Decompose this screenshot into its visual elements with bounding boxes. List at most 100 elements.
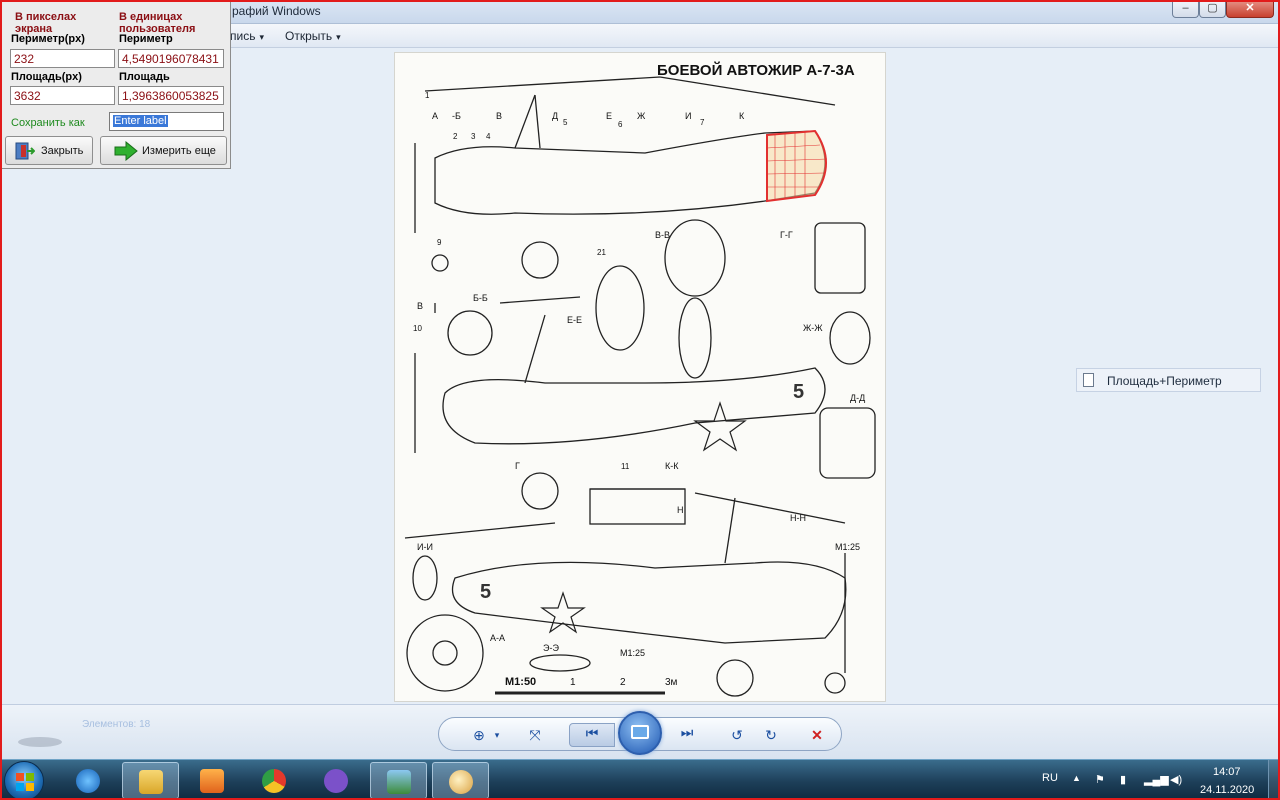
bottom-rotor — [694, 492, 846, 524]
maximize-button[interactable]: ▢ — [1199, 0, 1226, 18]
show-hidden-icons-icon[interactable]: ▲ — [1072, 773, 1081, 783]
chevron-down-icon[interactable]: ▾ — [485, 726, 509, 744]
bottom-number: 5 — [480, 581, 491, 603]
section-letter: Е-Е — [567, 315, 582, 325]
perimeter-user-field[interactable]: 4,5490196078431 — [118, 49, 224, 68]
section-letter: Е — [606, 111, 612, 121]
taskbar-viber[interactable] — [308, 762, 365, 799]
rotate-ccw-icon[interactable]: ↺ — [725, 726, 749, 744]
taskbar-file-explorer[interactable] — [122, 762, 179, 799]
top-tail-wheel — [431, 254, 449, 272]
bottom-fuselage — [451, 561, 847, 644]
section-ee2 — [529, 654, 591, 672]
windows-logo-icon — [16, 773, 34, 791]
start-button[interactable] — [4, 761, 44, 800]
menu-open[interactable]: Открыть ▾ — [285, 29, 341, 43]
callout: 4 — [486, 132, 491, 141]
ratio-label-ee: М1:25 — [620, 648, 645, 658]
taskbar-chrome[interactable] — [246, 762, 303, 799]
callout: 7 — [700, 118, 705, 127]
measurement-panel: В пикселах экрана В единицах пользовател… — [0, 0, 231, 169]
rotate-cw-icon[interactable]: ↻ — [759, 726, 783, 744]
measurement-tag[interactable]: Площадь+Периметр — [1076, 368, 1261, 392]
rotor-blade — [659, 76, 836, 106]
internet-explorer-icon — [76, 769, 100, 793]
document-icon — [1083, 373, 1094, 387]
top-wheel — [521, 241, 559, 279]
callout: 9 — [437, 238, 442, 247]
next-icon: ⏭ — [680, 724, 694, 740]
taskbar-paint[interactable] — [432, 762, 489, 799]
slideshow-button[interactable] — [618, 711, 662, 755]
section-line — [404, 522, 556, 539]
scale-text: М1:50 — [505, 676, 536, 688]
bottom-wheel — [716, 659, 754, 697]
section-ee — [595, 265, 645, 351]
side-pylon — [524, 314, 546, 384]
callout: 11 — [621, 462, 630, 471]
action-center-flag-icon[interactable]: ⚑ — [1095, 773, 1105, 786]
close-window-button[interactable]: ✕ — [1226, 0, 1274, 18]
section-letter: И — [685, 111, 691, 121]
section-letter: К — [739, 111, 745, 121]
show-desktop-button[interactable] — [1268, 760, 1280, 800]
bottom-pylon — [724, 497, 736, 564]
blueprint-image[interactable]: БОЕВОЙ АВТОЖИР А-7-3А 5 5 М1:50 1 2 3м М… — [394, 52, 886, 702]
taskbar-photo-viewer[interactable] — [370, 762, 427, 799]
taskbar: RU ▲ ⚑ ▮ ▂▄▆ ◀) 14:07 24.11.2020 — [0, 759, 1280, 800]
section-letter: В — [417, 301, 423, 311]
area-user-field[interactable]: 1,3963860053825 — [118, 86, 224, 105]
previous-button[interactable]: ⏮ — [569, 723, 615, 747]
section-letter: Ж — [637, 111, 646, 121]
callout: 21 — [597, 248, 606, 257]
menu-record[interactable]: пись ▾ — [230, 29, 264, 43]
bottom-tail-wheel — [824, 672, 846, 694]
section-dd — [819, 407, 876, 479]
power-icon[interactable]: ▮ — [1120, 773, 1126, 786]
taskbar-media-player[interactable] — [184, 762, 241, 799]
chrome-icon — [262, 769, 286, 793]
rotor-pylon — [534, 94, 541, 149]
slideshow-icon — [631, 725, 649, 739]
rotor-pylon — [514, 94, 536, 149]
save-as-label: Сохранить как — [11, 117, 85, 129]
area-px-field[interactable]: 3632 — [10, 86, 115, 105]
drawing-title: БОЕВОЙ АВТОЖИР А-7-3А — [657, 61, 855, 79]
side-wheel — [521, 472, 559, 510]
section-letter: Б-Б — [473, 293, 488, 303]
section-letter: В-В — [655, 230, 670, 240]
close-button-label: Закрыть — [41, 145, 84, 157]
clock-date[interactable]: 24.11.2020 — [1200, 784, 1254, 796]
section-bb — [447, 310, 493, 356]
viewer-control-bar: Элементов: 18 ⊕ ▾ ⤧ ⏮ ⏭ ↺ ↻ ✕ — [0, 704, 1280, 759]
minimize-button[interactable]: – — [1172, 0, 1199, 18]
side-rotor — [499, 296, 581, 304]
taskbar-internet-explorer[interactable] — [60, 762, 117, 799]
close-button[interactable]: Закрыть — [5, 136, 93, 165]
section-letter: Н — [677, 505, 684, 515]
star-insignia — [693, 401, 747, 452]
fit-window-icon[interactable]: ⤧ — [523, 726, 547, 744]
chevron-down-icon: ▾ — [336, 32, 341, 42]
paint-icon — [449, 770, 473, 794]
perimeter-px-field[interactable]: 232 — [10, 49, 115, 68]
volume-icon[interactable]: ◀) — [1170, 773, 1182, 786]
language-indicator[interactable]: RU — [1042, 772, 1058, 784]
menu-open-label: Открыть — [285, 29, 333, 43]
section-kk — [589, 488, 686, 525]
rotor-blade — [424, 76, 661, 92]
next-button[interactable]: ⏭ — [664, 723, 710, 747]
network-signal-icon[interactable]: ▂▄▆ — [1144, 773, 1169, 786]
scale-tick-1: 1 — [570, 677, 576, 688]
label-input[interactable]: Enter label — [109, 112, 224, 131]
delete-icon[interactable]: ✕ — [805, 726, 829, 744]
section-letter: К-К — [665, 461, 679, 471]
exit-icon — [15, 142, 35, 160]
section-letter: Г-Г — [780, 230, 793, 240]
arrow-right-icon — [114, 141, 138, 161]
ratio-label-nn: М1:25 — [835, 542, 860, 552]
measure-again-button[interactable]: Измерить еще — [100, 136, 227, 165]
clock-time[interactable]: 14:07 — [1213, 766, 1241, 778]
area-user-label: Площадь — [119, 71, 170, 83]
previous-icon: ⏮ — [585, 725, 599, 741]
